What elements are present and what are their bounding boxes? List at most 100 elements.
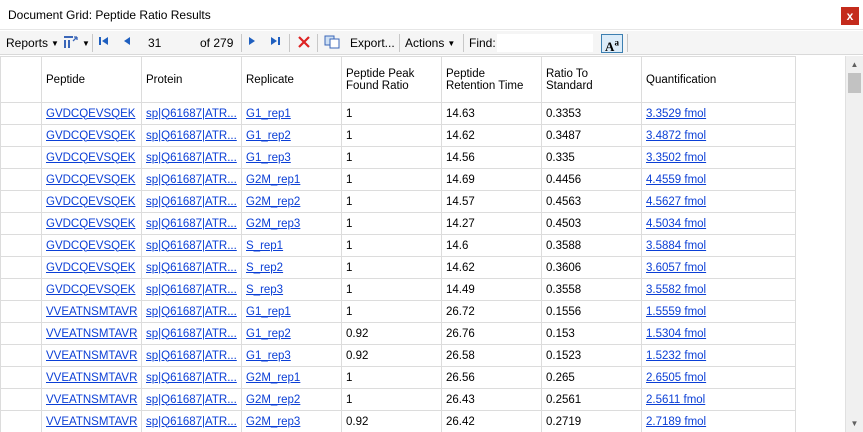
quantification-link[interactable]: 3.5884 fmol xyxy=(646,240,706,252)
retention-time-cell[interactable]: 14.27 xyxy=(441,212,542,235)
table-row[interactable]: GVDCQEVSQEK sp|Q61687|ATR... G2M_rep2 1 14.5… xyxy=(0,190,796,213)
vertical-scrollbar[interactable]: ▲ ▼ xyxy=(845,56,863,432)
quantification-link[interactable]: 1.5304 fmol xyxy=(646,328,706,340)
peptide-cell[interactable]: GVDCQEVSQEK xyxy=(41,102,142,125)
retention-time-cell[interactable]: 26.58 xyxy=(441,344,542,367)
protein-cell[interactable]: sp|Q61687|ATR... xyxy=(141,146,242,169)
peptide-cell[interactable]: GVDCQEVSQEK xyxy=(41,124,142,147)
protein-cell[interactable]: sp|Q61687|ATR... xyxy=(141,212,242,235)
quantification-link[interactable]: 3.5582 fmol xyxy=(646,284,706,296)
table-row[interactable]: GVDCQEVSQEK sp|Q61687|ATR... G1_rep3 1 14.56… xyxy=(0,146,796,169)
row-header[interactable] xyxy=(0,146,42,169)
peptide-link[interactable]: GVDCQEVSQEK xyxy=(46,240,135,252)
protein-link[interactable]: sp|Q61687|ATR... xyxy=(146,108,237,120)
peak-found-ratio-cell[interactable]: 0.92 xyxy=(341,410,442,432)
font-size-button[interactable]: Aa xyxy=(601,34,623,54)
peak-found-ratio-cell[interactable]: 1 xyxy=(341,102,442,125)
ratio-to-standard-cell[interactable]: 0.3353 xyxy=(541,102,642,125)
retention-time-cell[interactable]: 14.57 xyxy=(441,190,542,213)
peptide-cell[interactable]: VVEATNSMTAVR xyxy=(41,410,142,432)
ratio-to-standard-cell[interactable]: 0.4563 xyxy=(541,190,642,213)
record-position-input[interactable] xyxy=(145,34,195,52)
peak-found-ratio-cell[interactable]: 1 xyxy=(341,124,442,147)
peptide-cell[interactable]: GVDCQEVSQEK xyxy=(41,256,142,279)
quantification-cell[interactable]: 3.6057 fmol xyxy=(641,256,796,279)
peptide-cell[interactable]: GVDCQEVSQEK xyxy=(41,212,142,235)
table-row[interactable]: GVDCQEVSQEK sp|Q61687|ATR... G1_rep1 1 14.63… xyxy=(0,102,796,125)
peak-found-ratio-cell[interactable]: 1 xyxy=(341,388,442,411)
table-row[interactable]: GVDCQEVSQEK sp|Q61687|ATR... G2M_rep3 1 14.2… xyxy=(0,212,796,235)
column-header-replicate[interactable]: Replicate xyxy=(241,56,342,103)
peptide-cell[interactable]: GVDCQEVSQEK xyxy=(41,168,142,191)
table-row[interactable]: VVEATNSMTAVR sp|Q61687|ATR... G2M_rep3 0.92… xyxy=(0,410,796,432)
peptide-link[interactable]: GVDCQEVSQEK xyxy=(46,284,135,296)
replicate-cell[interactable]: G1_rep3 xyxy=(241,146,342,169)
column-layout-button[interactable]: ▼ xyxy=(63,35,90,51)
table-row[interactable]: GVDCQEVSQEK sp|Q61687|ATR... G2M_rep1 1 14.6… xyxy=(0,168,796,191)
replicate-cell[interactable]: G1_rep1 xyxy=(241,300,342,323)
peptide-link[interactable]: GVDCQEVSQEK xyxy=(46,174,135,186)
quantification-cell[interactable]: 1.5559 fmol xyxy=(641,300,796,323)
protein-cell[interactable]: sp|Q61687|ATR... xyxy=(141,168,242,191)
column-header-peptide[interactable]: Peptide xyxy=(41,56,142,103)
quantification-cell[interactable]: 3.3529 fmol xyxy=(641,102,796,125)
row-header[interactable] xyxy=(0,278,42,301)
peptide-link[interactable]: GVDCQEVSQEK xyxy=(46,130,135,142)
protein-link[interactable]: sp|Q61687|ATR... xyxy=(146,152,237,164)
quantification-cell[interactable]: 4.5627 fmol xyxy=(641,190,796,213)
row-header[interactable] xyxy=(0,322,42,345)
protein-link[interactable]: sp|Q61687|ATR... xyxy=(146,196,237,208)
quantification-cell[interactable]: 4.5034 fmol xyxy=(641,212,796,235)
replicate-cell[interactable]: G1_rep3 xyxy=(241,344,342,367)
quantification-link[interactable]: 3.4872 fmol xyxy=(646,130,706,142)
quantification-link[interactable]: 1.5559 fmol xyxy=(646,306,706,318)
replicate-cell[interactable]: G2M_rep3 xyxy=(241,410,342,432)
protein-cell[interactable]: sp|Q61687|ATR... xyxy=(141,344,242,367)
delete-button[interactable] xyxy=(297,35,311,51)
protein-link[interactable]: sp|Q61687|ATR... xyxy=(146,306,237,318)
row-header[interactable] xyxy=(0,366,42,389)
quantification-link[interactable]: 2.6505 fmol xyxy=(646,372,706,384)
table-row[interactable]: GVDCQEVSQEK sp|Q61687|ATR... S_rep3 1 14.49 0… xyxy=(0,278,796,301)
quantification-cell[interactable]: 2.5611 fmol xyxy=(641,388,796,411)
find-input[interactable] xyxy=(497,34,593,52)
quantification-cell[interactable]: 1.5304 fmol xyxy=(641,322,796,345)
protein-link[interactable]: sp|Q61687|ATR... xyxy=(146,350,237,362)
retention-time-cell[interactable]: 26.56 xyxy=(441,366,542,389)
peak-found-ratio-cell[interactable]: 1 xyxy=(341,278,442,301)
replicate-cell[interactable]: G2M_rep1 xyxy=(241,366,342,389)
column-header-retention-time[interactable]: Peptide Retention Time xyxy=(441,56,542,103)
replicate-cell[interactable]: G2M_rep1 xyxy=(241,168,342,191)
protein-link[interactable]: sp|Q61687|ATR... xyxy=(146,240,237,252)
protein-cell[interactable]: sp|Q61687|ATR... xyxy=(141,234,242,257)
last-record-button[interactable] xyxy=(269,35,281,51)
quantification-link[interactable]: 2.5611 fmol xyxy=(646,394,705,406)
scroll-thumb[interactable] xyxy=(848,73,861,93)
peptide-cell[interactable]: VVEATNSMTAVR xyxy=(41,366,142,389)
table-row[interactable]: VVEATNSMTAVR sp|Q61687|ATR... G2M_rep1 1 26.… xyxy=(0,366,796,389)
quantification-cell[interactable]: 2.7189 fmol xyxy=(641,410,796,432)
peptide-link[interactable]: VVEATNSMTAVR xyxy=(46,328,137,340)
peptide-link[interactable]: VVEATNSMTAVR xyxy=(46,306,137,318)
table-row[interactable]: GVDCQEVSQEK sp|Q61687|ATR... G1_rep2 1 14.62… xyxy=(0,124,796,147)
peak-found-ratio-cell[interactable]: 1 xyxy=(341,366,442,389)
peptide-link[interactable]: VVEATNSMTAVR xyxy=(46,394,137,406)
row-header[interactable] xyxy=(0,168,42,191)
peak-found-ratio-cell[interactable]: 1 xyxy=(341,234,442,257)
peptide-cell[interactable]: GVDCQEVSQEK xyxy=(41,190,142,213)
replicate-cell[interactable]: S_rep1 xyxy=(241,234,342,257)
peptide-cell[interactable]: VVEATNSMTAVR xyxy=(41,388,142,411)
peptide-cell[interactable]: VVEATNSMTAVR xyxy=(41,344,142,367)
replicate-link[interactable]: G1_rep1 xyxy=(246,108,291,120)
quantification-cell[interactable]: 3.4872 fmol xyxy=(641,124,796,147)
actions-menu[interactable]: Actions ▼ xyxy=(405,35,455,51)
protein-link[interactable]: sp|Q61687|ATR... xyxy=(146,130,237,142)
ratio-to-standard-cell[interactable]: 0.2719 xyxy=(541,410,642,432)
quantification-link[interactable]: 4.4559 fmol xyxy=(646,174,706,186)
replicate-link[interactable]: G2M_rep2 xyxy=(246,394,300,406)
replicate-link[interactable]: G1_rep3 xyxy=(246,350,291,362)
replicate-cell[interactable]: S_rep2 xyxy=(241,256,342,279)
replicate-cell[interactable]: G2M_rep2 xyxy=(241,388,342,411)
peak-found-ratio-cell[interactable]: 1 xyxy=(341,300,442,323)
replicate-cell[interactable]: G1_rep2 xyxy=(241,124,342,147)
